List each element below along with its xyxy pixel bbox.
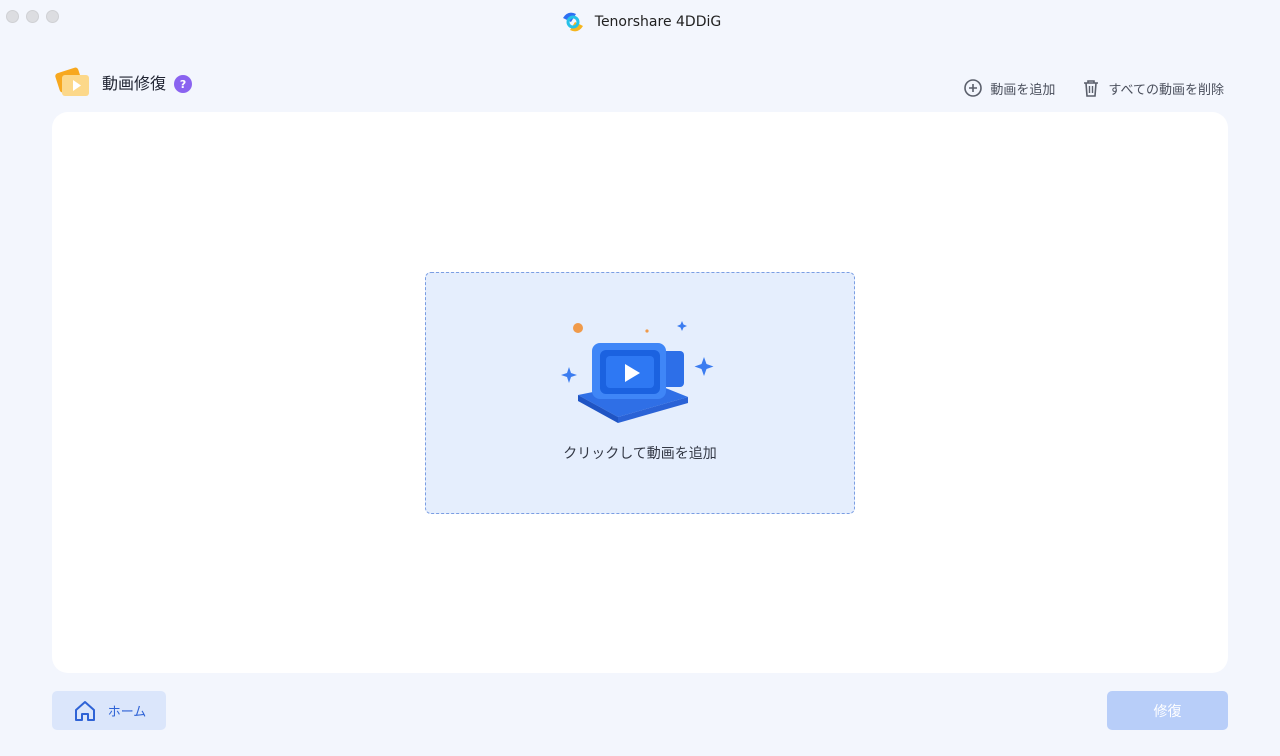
add-video-label: 動画を追加: [990, 82, 1056, 98]
app-title-bar: Tenorshare 4DDiG: [0, 0, 1280, 44]
add-circle-icon: [964, 79, 983, 97]
dropzone-hint: クリックして動画を追加: [563, 446, 717, 462]
delete-all-videos-button[interactable]: すべての動画を削除: [1081, 78, 1224, 98]
repair-button[interactable]: 修復: [1107, 691, 1228, 730]
help-icon[interactable]: ?: [174, 75, 193, 93]
home-icon: [74, 700, 95, 721]
app-title: Tenorshare 4DDiG: [594, 14, 722, 30]
video-repair-icon: [55, 67, 89, 96]
delete-all-label: すべての動画を削除: [1108, 82, 1224, 98]
home-button[interactable]: ホーム: [52, 691, 166, 730]
page-title: 動画修復: [102, 74, 167, 93]
add-video-button[interactable]: 動画を追加: [963, 78, 1055, 98]
page-header: 動画修復 ?: [54, 64, 193, 100]
home-label: ホーム: [107, 705, 147, 720]
video-upload-illustration: [561, 321, 714, 423]
app-logo-icon: [562, 12, 583, 32]
trash-icon: [1084, 80, 1099, 97]
toolbar-actions: 動画を追加 すべての動画を削除: [963, 78, 1224, 98]
video-dropzone[interactable]: クリックして動画を追加: [425, 272, 855, 514]
video-list-panel: クリックして動画を追加: [52, 112, 1228, 673]
